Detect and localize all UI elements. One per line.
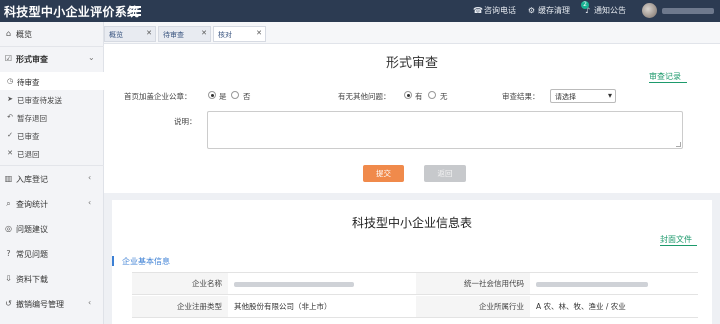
table-value-reg-type: 其他股份有限公司（非上市） <box>228 296 416 318</box>
chevron-down-icon: ⌄ <box>88 53 95 62</box>
table-value-industry: A 农、林、牧、渔业 / 农业 <box>530 296 698 318</box>
chevron-left-icon: ‹ <box>88 198 92 207</box>
tab-bar: 概览 ✕ 待审查 ✕ 核对 ✕ <box>104 22 720 44</box>
seal-yes-label: 是 <box>219 92 227 101</box>
download-icon: ⇩ <box>5 274 12 283</box>
sidebar-item-overview[interactable]: ⌂ 概览 <box>0 22 104 46</box>
table-label-company-name: 企业名称 <box>132 273 228 295</box>
seal-yes-radio[interactable] <box>208 91 216 99</box>
table-label-credit-code: 统一社会信用代码 <box>416 273 530 295</box>
cache-clear-label: 缓存清理 <box>538 6 570 15</box>
phone-icon: ☎ <box>473 6 483 15</box>
search-icon: ⌕ <box>6 199 11 208</box>
cover-file-link[interactable]: 封面文件 <box>660 234 692 245</box>
notice-count-badge: 2 <box>581 1 589 9</box>
consult-phone-label: 咨询电话 <box>484 6 516 15</box>
tab-overview[interactable]: 概览 ✕ <box>104 26 156 42</box>
close-icon[interactable]: ✕ <box>256 29 262 37</box>
table-label-reg-type: 企业注册类型 <box>132 296 228 318</box>
chevron-left-icon: ‹ <box>88 298 92 307</box>
other-yes-label: 有 <box>415 92 423 101</box>
sidebar-sub-reviewed-to-send[interactable]: ➤ 已审查待发送 <box>0 90 104 108</box>
app-title: 科技型中小企业评价系统 <box>4 5 140 19</box>
sidebar-sub-returned[interactable]: ✕ 已退回 <box>0 144 104 162</box>
result-label: 审查结果： <box>502 92 540 101</box>
chevron-left-icon: ‹ <box>88 173 92 182</box>
table-label-industry: 企业所属行业 <box>416 296 530 318</box>
top-bar: 科技型中小企业评价系统 ☎咨询电话 ⚙ 缓存清理 ♪ 通知公告 2 <box>0 0 720 22</box>
seal-no-label: 否 <box>243 92 251 101</box>
question-icon: ? <box>6 249 11 258</box>
sidebar-sub-reviewed[interactable]: ✓ 已审查 <box>0 126 104 144</box>
cancel-button[interactable]: 返回 <box>424 165 466 182</box>
other-no-radio[interactable] <box>428 91 436 99</box>
sidebar-item-suggest[interactable]: ◎ 问题建议 <box>0 217 104 241</box>
other-issue-label: 有无其他问题： <box>338 92 391 101</box>
resize-handle-icon[interactable] <box>676 142 681 147</box>
sidebar-item-faq[interactable]: ? 常见问题 <box>0 242 104 266</box>
note-label: 说明： <box>174 117 197 126</box>
sidebar-item-download[interactable]: ⇩ 资料下载 <box>0 267 104 291</box>
seal-no-radio[interactable] <box>231 91 239 99</box>
table-value-company-name <box>228 273 416 295</box>
info-title: 科技型中小企业信息表 <box>351 216 472 230</box>
check-square-icon: ☑ <box>4 54 13 63</box>
user-name-redacted[interactable] <box>662 8 714 14</box>
other-yes-radio[interactable] <box>404 91 412 99</box>
clock-icon: ◷ <box>6 77 14 85</box>
notice-link[interactable]: ♪ 通知公告 <box>583 5 626 16</box>
close-icon: ✕ <box>7 149 13 157</box>
section-marker <box>112 256 114 266</box>
consult-phone-link[interactable]: ☎咨询电话 <box>473 5 516 16</box>
sidebar-item-storage[interactable]: ▥ 入库登记 ‹ <box>0 167 104 191</box>
undo-icon: ↺ <box>5 299 12 308</box>
avatar[interactable] <box>642 3 657 18</box>
other-no-label: 无 <box>440 92 448 101</box>
submit-button[interactable]: 提交 <box>363 165 404 182</box>
book-icon: ▥ <box>4 174 13 183</box>
home-icon: ⌂ <box>5 29 12 38</box>
tab-verify[interactable]: 核对 ✕ <box>213 26 266 42</box>
sidebar-item-stats[interactable]: ⌕ 查询统计 ‹ <box>0 192 104 216</box>
company-info-section: 科技型中小企业信息表 封面文件 企业基本信息 企业名称 统一社会信用代码 企业注… <box>112 200 712 324</box>
table-value-credit-code <box>530 273 698 295</box>
chat-icon: ◎ <box>5 224 12 233</box>
gear-icon: ⚙ <box>527 6 536 15</box>
notice-label: 通知公告 <box>594 6 626 15</box>
sidebar-item-revoke[interactable]: ↺ 撤销编号管理 ‹ <box>0 292 104 316</box>
note-textarea[interactable] <box>207 111 683 149</box>
close-icon[interactable]: ✕ <box>146 29 152 37</box>
chevron-down-icon: ▾ <box>607 91 612 100</box>
menu-toggle-icon[interactable] <box>130 4 141 18</box>
review-record-link[interactable]: 审查记录 <box>649 71 681 82</box>
cache-clear-link[interactable]: ⚙ 缓存清理 <box>527 5 570 16</box>
section-heading: 企业基本信息 <box>122 257 170 266</box>
send-icon: ➤ <box>7 95 13 103</box>
seal-label: 首页加盖企业公章： <box>124 92 192 101</box>
sidebar-sub-draft-returned[interactable]: ↶ 暂存退回 <box>0 108 104 126</box>
result-select[interactable]: 请选择 ▾ <box>550 89 616 103</box>
formal-review-panel: 形式审查 审查记录 首页加盖企业公章： 是 否 有无其他问题： 有 无 审查结果… <box>104 44 720 193</box>
sidebar-item-formal-review[interactable]: ☑ 形式审查 ⌄ <box>0 47 104 71</box>
tab-pending[interactable]: 待审查 ✕ <box>158 26 211 42</box>
close-icon[interactable]: ✕ <box>201 29 207 37</box>
reply-icon: ↶ <box>7 113 13 121</box>
check-icon: ✓ <box>7 131 13 139</box>
sidebar: ⌂ 概览 ☑ 形式审查 ⌄ ◷ 待审查 ➤ 已审查待发送 ↶ 暂存退回 ✓ 已审… <box>0 22 104 324</box>
page-title: 形式审查 <box>385 56 438 71</box>
company-info-table: 企业名称 统一社会信用代码 企业注册类型 其他股份有限公司（非上市） 企业所属行… <box>132 272 698 324</box>
sidebar-sub-pending[interactable]: ◷ 待审查 <box>0 72 104 90</box>
